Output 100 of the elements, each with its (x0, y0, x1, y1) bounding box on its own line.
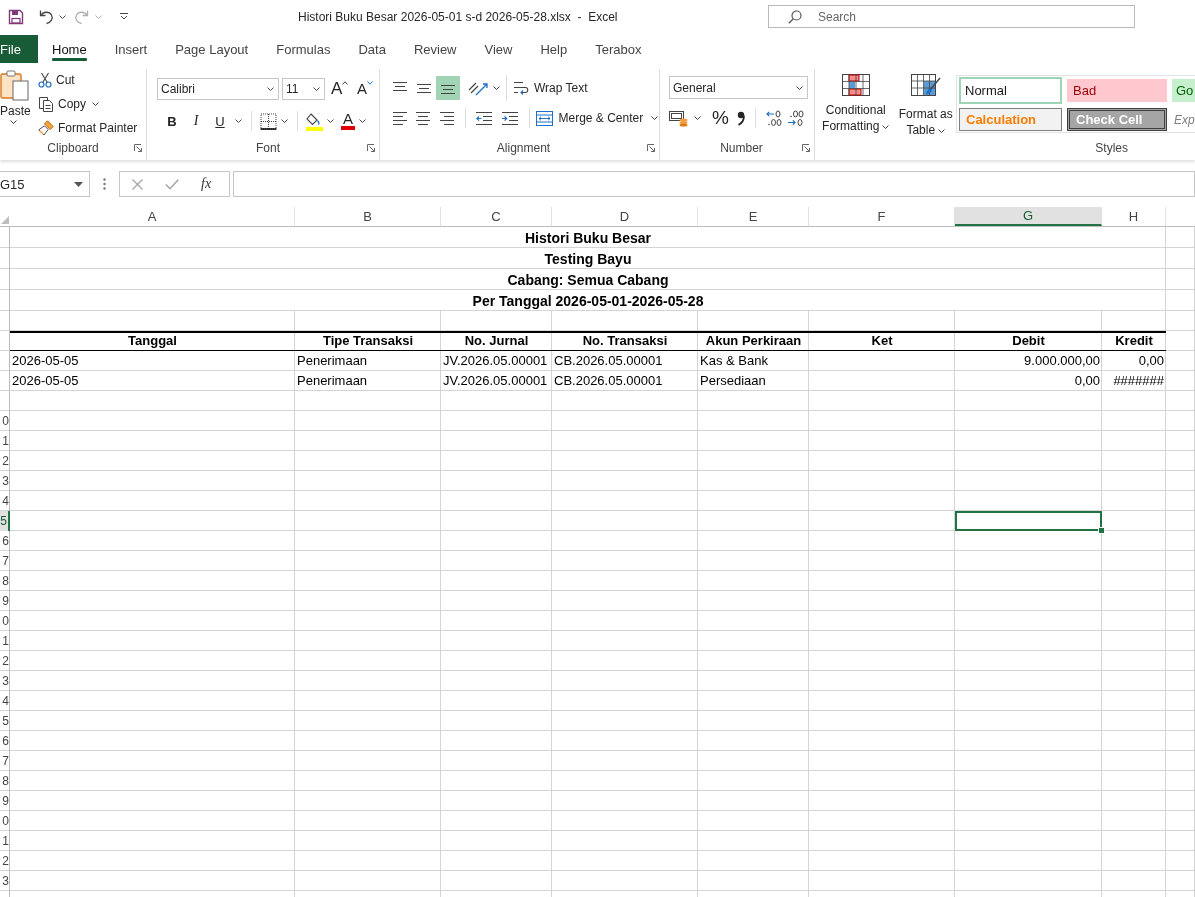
align-top-icon (393, 82, 407, 94)
wrap-text-button[interactable]: Wrap Text (513, 77, 588, 99)
row-header[interactable]: 4 (0, 491, 10, 511)
percent-style-button[interactable]: % (712, 107, 729, 129)
table-cell-text: 2026-05-05 (11, 352, 80, 370)
row-header[interactable]: 3 (0, 471, 10, 491)
font-size-dropdown[interactable]: 11 (282, 77, 325, 100)
row-header[interactable]: 8 (0, 571, 10, 591)
grow-font-button[interactable]: A (331, 77, 351, 100)
row-header[interactable]: 4 (0, 691, 10, 711)
column-header[interactable]: E (698, 207, 809, 226)
row-header[interactable]: 2 (0, 651, 10, 671)
decrease-decimal-button[interactable] (786, 107, 804, 129)
increase-decimal-button[interactable] (765, 107, 783, 129)
dialog-launcher-icon[interactable] (367, 143, 375, 152)
conditional-formatting-button[interactable]: Conditional Formatting (821, 72, 891, 134)
ribbon-tab[interactable]: File (0, 35, 38, 63)
row-header[interactable]: 0 (0, 811, 10, 831)
formula-input[interactable] (233, 171, 1195, 197)
insert-function-button[interactable]: fx (201, 175, 212, 193)
table-cell-text: 0,00 (1137, 352, 1165, 370)
caret-icon (882, 124, 890, 129)
font-name-dropdown[interactable]: Calibri (157, 77, 279, 100)
paste-button[interactable]: Paste (0, 69, 34, 139)
row-header[interactable]: 1 (0, 431, 10, 451)
format-painter-button[interactable]: Format Painter (38, 117, 138, 139)
caret-icon (95, 14, 102, 19)
row-header[interactable]: 6 (0, 731, 10, 751)
column-header[interactable]: C (441, 207, 552, 226)
font-color-button[interactable]: A (341, 112, 355, 130)
row-header[interactable]: 1 (0, 831, 10, 851)
table-header-cell: Ket (809, 331, 955, 351)
italic-button[interactable]: I (185, 110, 207, 132)
caret-icon (313, 86, 320, 91)
cut-button[interactable]: Cut (38, 69, 138, 91)
column-header[interactable]: A (10, 207, 295, 226)
row-header[interactable]: 2 (0, 851, 10, 871)
cell-style-option[interactable]: Bad (1067, 79, 1167, 102)
ribbon-tab[interactable]: Home (38, 35, 101, 63)
table-header-cell: Akun Perkiraan (698, 331, 809, 351)
ribbon-tab[interactable]: Data (344, 35, 400, 63)
row-header[interactable]: 7 (0, 751, 10, 771)
report-title: Testing Bayu (544, 251, 632, 267)
copy-button[interactable]: Copy (38, 93, 86, 115)
dialog-launcher-icon[interactable] (134, 144, 142, 152)
row-header[interactable]: 8 (0, 771, 10, 791)
number-format-dropdown[interactable]: General (669, 76, 808, 99)
caret-icon (938, 128, 946, 133)
row-header[interactable]: 2 (0, 451, 10, 471)
dialog-launcher-icon[interactable] (802, 143, 810, 152)
row-header[interactable]: 5 (0, 711, 10, 731)
row-header[interactable]: 9 (0, 791, 10, 811)
caret-icon (280, 119, 288, 123)
table-cell-text: 2026-05-05 (11, 372, 80, 390)
align-bottom-icon (441, 82, 455, 94)
vertical-dots-icon[interactable] (103, 178, 106, 190)
copy-icon (38, 96, 54, 112)
ribbon-tab[interactable]: Insert (100, 35, 162, 63)
format-as-table-button[interactable]: Format as Table (898, 72, 953, 138)
check-icon[interactable] (165, 178, 179, 190)
shrink-font-button[interactable]: A (357, 77, 377, 100)
table-header-cell: Tanggal (10, 331, 295, 351)
ribbon-tab[interactable]: Page Layout (161, 35, 263, 63)
fill-handle[interactable] (1098, 527, 1105, 534)
ribbon-tab[interactable]: View (470, 35, 527, 63)
row-header[interactable]: 1 (0, 631, 10, 651)
column-header[interactable]: G (955, 207, 1102, 226)
group-label: Alignment (496, 140, 551, 155)
customize-button[interactable] (117, 11, 131, 22)
merge-center-button[interactable]: Merge & Center (536, 107, 644, 129)
bold-button[interactable]: B (161, 110, 183, 132)
cell-style-option[interactable]: Go (1172, 79, 1195, 102)
table-cell-text: JV.2026.05.00001 (442, 372, 549, 390)
name-box[interactable]: G15 (0, 171, 90, 197)
row-header[interactable]: 9 (0, 591, 10, 611)
row-header[interactable]: 0 (0, 411, 10, 431)
ribbon-tab[interactable]: Terabox (581, 35, 656, 63)
ribbon-tab[interactable]: Formulas (262, 35, 345, 63)
column-header[interactable]: B (295, 207, 441, 226)
table-header-cell: Tipe Transaksi (295, 331, 441, 351)
group-label: Font (256, 140, 280, 155)
row-header[interactable]: 7 (0, 551, 10, 571)
diagonal-arrow-icon (468, 80, 490, 96)
paint-bucket-icon (306, 111, 323, 131)
ribbon-tab[interactable]: Help (526, 35, 582, 63)
ribbon-tab[interactable]: Review (399, 35, 471, 63)
align-bottom-button[interactable] (436, 76, 460, 100)
dialog-launcher-icon[interactable] (647, 143, 655, 152)
cell-style-option[interactable]: Exp (1172, 108, 1195, 131)
row-header[interactable]: 0 (0, 611, 10, 631)
row-header[interactable]: 3 (0, 671, 10, 691)
row-header[interactable]: 5 (0, 511, 10, 531)
row-header[interactable]: 3 (0, 871, 10, 891)
column-header[interactable]: D (552, 207, 698, 226)
column-header[interactable]: H (1102, 207, 1166, 226)
borders-button[interactable] (260, 110, 277, 132)
cell-style-option[interactable]: Normal (959, 77, 1062, 104)
underline-button[interactable]: U (209, 110, 231, 132)
row-header[interactable]: 6 (0, 531, 10, 551)
search-field[interactable]: Search (768, 5, 1135, 28)
